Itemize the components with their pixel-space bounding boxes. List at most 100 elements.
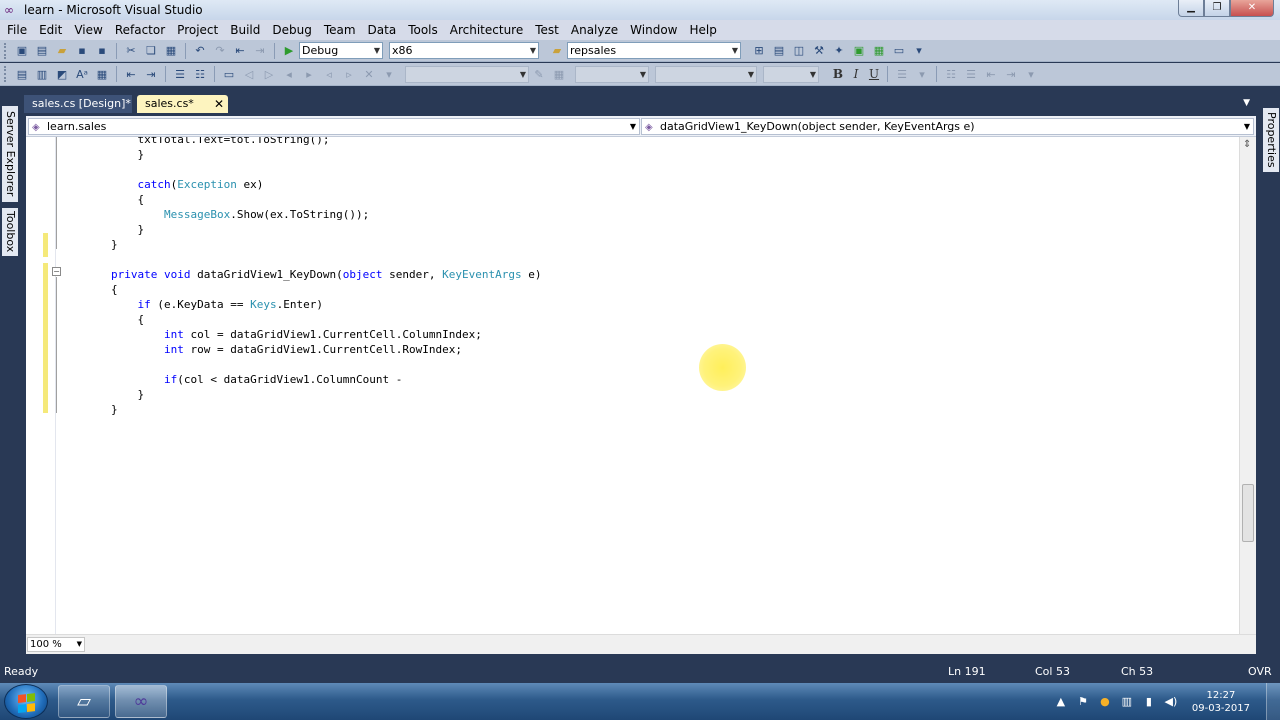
restore-button[interactable]: ❐ <box>1204 0 1230 17</box>
menu-team[interactable]: Team <box>317 23 361 37</box>
menu-analyze[interactable]: Analyze <box>564 23 623 37</box>
uncomment-icon[interactable]: ☷ <box>192 66 208 82</box>
menu-file[interactable]: File <box>0 23 32 37</box>
members-dropdown[interactable]: ◈ dataGridView1_KeyDown(object sender, K… <box>641 118 1254 135</box>
add-item-icon[interactable]: ▤ <box>34 43 50 59</box>
start-page-icon[interactable]: ▣ <box>851 43 867 59</box>
menu-refactor[interactable]: Refactor <box>108 23 170 37</box>
comment-out-icon[interactable]: ☰ <box>172 66 188 82</box>
open-file-icon[interactable]: ▰ <box>54 43 70 59</box>
cut-icon[interactable]: ✂ <box>123 43 139 59</box>
menu-debug[interactable]: Debug <box>265 23 316 37</box>
previous-bookmark-doc-icon[interactable]: ◃ <box>321 66 337 82</box>
power-icon[interactable]: ▮ <box>1140 695 1158 708</box>
active-files-dropdown-icon[interactable]: ▼ <box>1243 98 1250 108</box>
undo-icon[interactable]: ↶ <box>192 43 208 59</box>
save-all-icon[interactable]: ▪ <box>94 43 110 59</box>
extension-manager-icon[interactable]: ✦ <box>831 43 847 59</box>
align-icon[interactable]: ☰ <box>894 66 910 82</box>
close-tab-icon[interactable]: ✕ <box>214 95 224 113</box>
scrollbar-thumb[interactable] <box>1242 484 1254 542</box>
paste-icon[interactable]: ▦ <box>163 43 179 59</box>
navigate-backward-icon[interactable]: ⇤ <box>232 43 248 59</box>
bold-icon[interactable]: B <box>829 67 847 81</box>
clear-bookmarks-icon[interactable]: ✕ <box>361 66 377 82</box>
network-icon[interactable]: ▥ <box>1118 695 1136 708</box>
display-object-member-list-icon[interactable]: ▤ <box>14 66 30 82</box>
zoom-level-select[interactable]: 100 % ▼ <box>27 637 85 652</box>
menu-test[interactable]: Test <box>528 23 564 37</box>
find-combo[interactable]: repsales ▼ <box>567 42 741 59</box>
previous-bookmark-folder-icon[interactable]: ◂ <box>281 66 297 82</box>
vertical-scrollbar[interactable]: ⇕ <box>1239 137 1256 634</box>
outdent-icon[interactable]: ⇤ <box>983 66 999 82</box>
taskbar-explorer-button[interactable]: ▱ <box>58 685 110 718</box>
tab-sales-code[interactable]: sales.cs* ✕ <box>137 95 228 113</box>
code-area[interactable]: txtTotal.Text=tot.ToString(); } catch(Ex… <box>58 137 1238 634</box>
server-explorer-tab[interactable]: Server Explorer <box>2 106 18 202</box>
next-bookmark-icon[interactable]: ▷ <box>261 66 277 82</box>
indent-icon[interactable]: ⇥ <box>1003 66 1019 82</box>
menu-build[interactable]: Build <box>223 23 265 37</box>
toolbar-grip[interactable] <box>4 66 8 82</box>
solution-platform-select[interactable]: x86 ▼ <box>389 42 539 59</box>
copy-icon[interactable]: ❏ <box>143 43 159 59</box>
menu-architecture[interactable]: Architecture <box>443 23 528 37</box>
show-hidden-icons-icon[interactable]: ▲ <box>1052 695 1070 708</box>
solution-configuration-select[interactable]: Debug ▼ <box>299 42 383 59</box>
properties-window-icon[interactable]: ▤ <box>771 43 787 59</box>
save-icon[interactable]: ▪ <box>74 43 90 59</box>
insert-snippet-icon[interactable]: ▦ <box>94 66 110 82</box>
splitter-icon[interactable]: ⇕ <box>1243 139 1251 150</box>
previous-bookmark-icon[interactable]: ◁ <box>241 66 257 82</box>
start-debugging-icon[interactable]: ▶ <box>281 43 297 59</box>
clock[interactable]: 12:27 09-03-2017 <box>1192 689 1250 715</box>
menu-window[interactable]: Window <box>623 23 682 37</box>
display-parameter-info-icon[interactable]: ▥ <box>34 66 50 82</box>
team-explorer-icon[interactable]: ▦ <box>871 43 887 59</box>
action-center-icon[interactable]: ⚑ <box>1074 695 1092 708</box>
toolbar-options-icon[interactable]: ▾ <box>1023 66 1039 82</box>
volume-icon[interactable]: ◀) <box>1162 695 1180 708</box>
font-select[interactable]: ▼ <box>655 65 757 83</box>
menu-project[interactable]: Project <box>170 23 223 37</box>
command-window-icon[interactable]: ▭ <box>891 43 907 59</box>
toolbar-grip[interactable] <box>4 42 8 59</box>
underline-icon[interactable]: U <box>865 67 883 81</box>
display-word-completion-icon[interactable]: Aᵃ <box>74 66 90 82</box>
format-painter-icon[interactable]: ▦ <box>551 66 567 82</box>
object-browser-icon[interactable]: ◫ <box>791 43 807 59</box>
tab-sales-design[interactable]: sales.cs [Design]* <box>24 95 132 113</box>
display-quick-info-icon[interactable]: ◩ <box>54 66 70 82</box>
minimize-button[interactable]: ▁ <box>1178 0 1204 17</box>
italic-icon[interactable]: I <box>847 67 865 81</box>
menu-data[interactable]: Data <box>361 23 402 37</box>
font-size-select[interactable]: ▼ <box>763 65 819 83</box>
next-bookmark-doc-icon[interactable]: ▹ <box>341 66 357 82</box>
menu-view[interactable]: View <box>67 23 107 37</box>
styles-icon[interactable]: ✎ <box>531 66 547 82</box>
new-project-icon[interactable]: ▣ <box>14 43 30 59</box>
types-dropdown[interactable]: ◈ learn.sales ▼ <box>28 118 640 135</box>
find-in-files-icon[interactable]: ▰ <box>549 43 565 59</box>
toggle-bookmark-icon[interactable]: ▭ <box>221 66 237 82</box>
toolbar-options-icon[interactable]: ▾ <box>911 43 927 59</box>
solution-explorer-icon[interactable]: ⊞ <box>751 43 767 59</box>
show-desktop-button[interactable] <box>1266 683 1280 720</box>
start-button[interactable] <box>4 684 48 719</box>
toolbox-tab[interactable]: Toolbox <box>2 208 18 256</box>
updates-icon[interactable]: ● <box>1096 695 1114 708</box>
style-select[interactable]: ▼ <box>575 65 649 83</box>
navigate-forward-icon[interactable]: ⇥ <box>252 43 268 59</box>
redo-icon[interactable]: ↷ <box>212 43 228 59</box>
toolbar-options-icon[interactable]: ▾ <box>381 66 397 82</box>
menu-edit[interactable]: Edit <box>32 23 67 37</box>
close-button[interactable]: ✕ <box>1230 0 1274 17</box>
bulleted-list-icon[interactable]: ☰ <box>963 66 979 82</box>
properties-tab[interactable]: Properties <box>1263 108 1279 172</box>
next-bookmark-folder-icon[interactable]: ▸ <box>301 66 317 82</box>
decrease-indent-icon[interactable]: ⇤ <box>123 66 139 82</box>
align-dropdown-icon[interactable]: ▾ <box>914 66 930 82</box>
menu-help[interactable]: Help <box>683 23 722 37</box>
font-name-select[interactable]: ▼ <box>405 65 529 83</box>
